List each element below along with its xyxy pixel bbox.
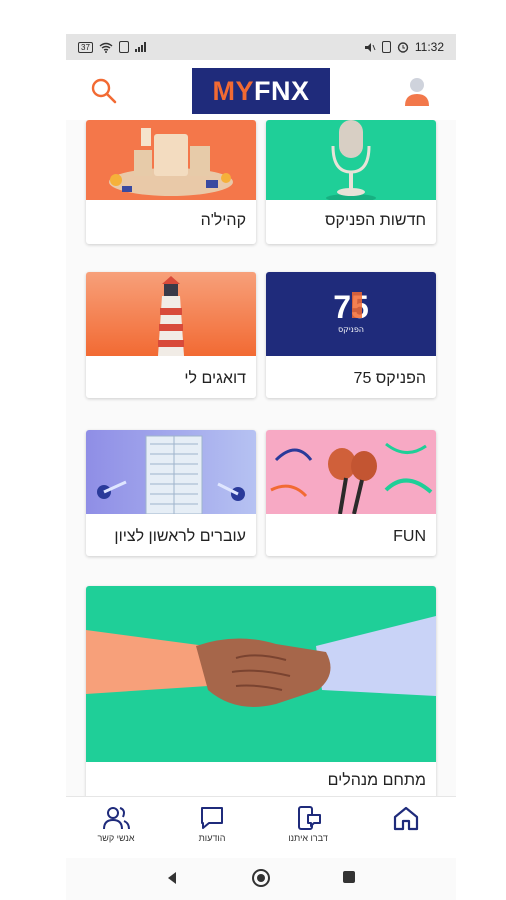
mute-icon (364, 42, 376, 52)
card-label: הפניקס 75 (353, 370, 426, 387)
app-header: MY FNX (66, 60, 456, 120)
card-label: דואגים לי (184, 370, 246, 387)
card-label: עוברים לראשון לציון (114, 528, 246, 545)
card-label: קהיל'ה (200, 212, 246, 229)
alarm-icon (397, 42, 409, 53)
card-moving-rishon[interactable]: עוברים לראשון לציון (86, 430, 256, 556)
status-right: 11:32 (364, 40, 444, 54)
signal-icon (134, 42, 146, 52)
card-phoenix-75[interactable]: 75 הפניקס הפניקס 75 (266, 272, 436, 398)
logo-75-number: 75 (333, 289, 369, 325)
card-managers-area[interactable]: מתחם מנהלים (86, 586, 436, 796)
search-icon (91, 78, 117, 104)
logo-my: MY (212, 75, 254, 106)
avatar-icon (405, 78, 429, 106)
bottom-navigation: אנשי קשר הודעות דברו איתנו (66, 796, 456, 859)
phoenix-75-image: 75 הפניקס (266, 272, 436, 356)
clock: 11:32 (414, 40, 444, 54)
card-caring-for-me[interactable]: דואגים לי (86, 272, 256, 398)
building-image (86, 430, 256, 514)
app-logo: MY FNX (192, 68, 330, 114)
status-bar: 37 11:32 (66, 34, 456, 60)
nav-talk-to-us[interactable]: דברו איתנו (268, 797, 348, 859)
card-phoenix-news[interactable]: חדשות הפניקס (266, 120, 436, 244)
nav-contacts[interactable]: אנשי קשר (76, 797, 156, 859)
community-image (86, 120, 256, 200)
home-system-icon[interactable] (251, 868, 271, 888)
contacts-icon (103, 807, 130, 830)
card-community[interactable]: קהיל'ה (86, 120, 256, 244)
profile-button[interactable] (402, 75, 432, 107)
nav-label: הודעות (198, 833, 226, 843)
nav-messages[interactable]: הודעות (172, 797, 252, 859)
content-grid: חדשות הפניקס קהיל'ה 75 הפניקס הפניקס 75 … (66, 120, 456, 796)
home-icon (393, 806, 419, 831)
system-navigation-bar (66, 858, 456, 900)
handshake-image (86, 586, 436, 762)
nav-label: דברו איתנו (288, 833, 328, 843)
card-label: מתחם מנהלים (327, 772, 426, 789)
maracas-image (266, 430, 436, 514)
nav-label: אנשי קשר (97, 833, 135, 843)
wifi-icon (99, 42, 113, 53)
card-label: FUN (393, 528, 426, 545)
card-label: חדשות הפניקס (325, 212, 426, 229)
nav-home[interactable] (366, 797, 446, 859)
search-button[interactable] (90, 77, 118, 105)
message-icon (201, 807, 223, 829)
card-fun[interactable]: FUN (266, 430, 436, 556)
sim-icon (118, 41, 129, 53)
vibrate-icon (381, 41, 391, 53)
recents-icon[interactable] (342, 870, 356, 884)
phone-screen: 37 11:32 MY FNX חדשות הפניקס קהיל'ה 75 ה… (66, 34, 456, 900)
battery-saver-icon: 37 (78, 41, 93, 53)
logo-fnx: FNX (254, 75, 310, 106)
microphone-image (266, 120, 436, 200)
lighthouse-image (86, 272, 256, 356)
phone-chat-icon (298, 806, 321, 830)
logo-75-text: הפניקס (338, 325, 364, 334)
back-icon[interactable] (164, 870, 180, 886)
status-left: 37 (78, 41, 146, 53)
